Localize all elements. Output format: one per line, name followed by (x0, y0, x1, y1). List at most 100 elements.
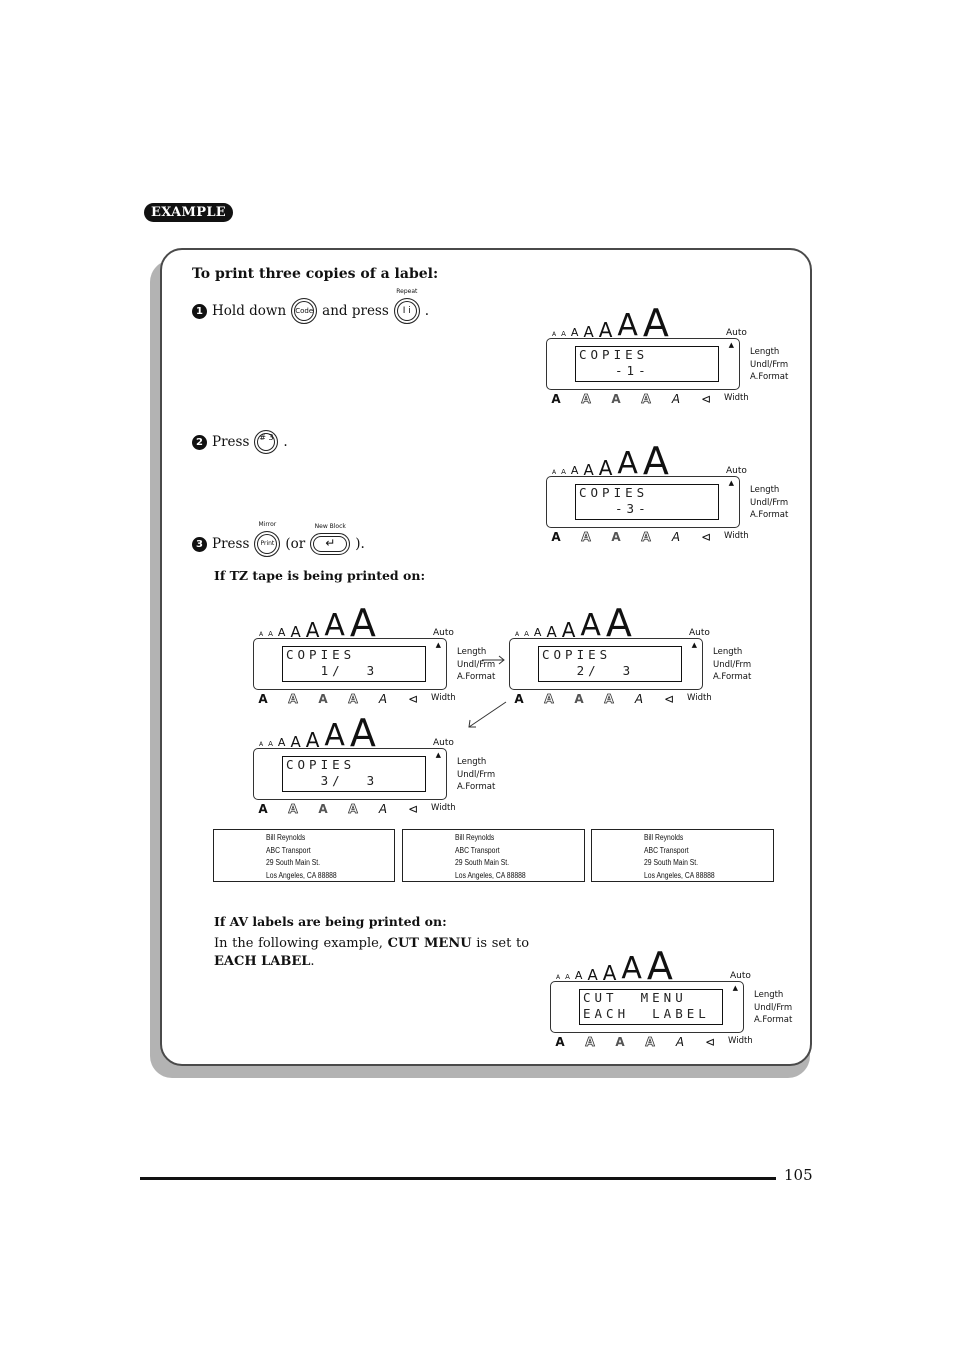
step-text: ). (355, 536, 365, 552)
indicator-triangle-icon: ▲ (435, 751, 441, 759)
down-left-arrow-icon (468, 701, 507, 728)
lcd-screen: COPIES 2/ 3 (538, 646, 682, 682)
size-indicator: A (349, 710, 376, 755)
character-size-indicators: AAAAAAA (259, 702, 376, 755)
step-number: 1 (192, 303, 207, 319)
lcd-line-1: COPIES (286, 647, 356, 662)
auto-label: Auto (433, 628, 454, 638)
lcd-display-av: A A A A A A A Auto ▲ CUT MENU EACH LABEL Length Undl… (550, 935, 800, 1050)
step-text: . (424, 303, 430, 319)
style-indicator-icon: A (611, 530, 621, 544)
size-indicator: A (617, 308, 638, 343)
size-indicator: A (277, 736, 286, 750)
style-indicator-icon: A (581, 530, 591, 545)
step-number: 3 (192, 536, 207, 552)
auto-label: Auto (433, 738, 454, 748)
step-text: (or (285, 536, 306, 552)
side-indicators: Length Undl/Frm A.Format (754, 989, 792, 1027)
blinking-digit: -3- (615, 501, 650, 516)
label-line: Los Angeles, CA 88888 (266, 870, 337, 880)
lcd-line-1: COPIES (542, 647, 612, 662)
size-indicator: A (598, 456, 613, 480)
lcd-body: ▲ COPIES 1/ 3 (253, 638, 447, 690)
label-line: Bill Reynolds (455, 833, 495, 842)
side-indicator: Undl/Frm (713, 659, 752, 670)
lcd-line-1: COPIES (579, 347, 649, 362)
auto-label: Auto (726, 466, 747, 476)
width-label: Width (728, 1036, 753, 1046)
lcd-body: ▲ COPIES 3/ 3 (253, 748, 447, 800)
style-indicators: A A A A A ⊲ (514, 692, 674, 707)
lcd-body: ▲ COPIES -1- (546, 338, 740, 390)
step-text: Press (212, 536, 250, 552)
auto-label: Auto (689, 628, 710, 638)
size-indicator: A (561, 618, 576, 642)
3-key-icon: # 3 (254, 430, 279, 454)
indicator-triangle-icon: ▲ (728, 479, 734, 487)
step-text: and press (322, 303, 389, 319)
step-text: Press (212, 434, 250, 450)
lcd-screen: COPIES -3- (575, 484, 719, 520)
lcd-display-step2: A A A A A A A Auto ▲ COPIES -3- Length Undl/Frm A.For… (546, 430, 796, 545)
repeat-key-icon: Repeat I i (393, 288, 420, 324)
step-2: 2 Press # 3 . (192, 430, 288, 454)
style-indicator-icon: A (675, 1035, 685, 1049)
av-paragraph: In the following example, CUT MENU is se… (214, 936, 530, 969)
blinking-digit: -1- (615, 363, 650, 378)
size-indicator: A (533, 626, 542, 640)
size-indicator: A (570, 464, 579, 478)
lcd-line-2: 1/ 3 (286, 663, 379, 678)
style-indicator-icon: A (585, 1035, 595, 1050)
printed-label-1: Bill Reynolds ABC Transport 29 South Mai… (213, 829, 395, 882)
print-key-icon: Mirror Print (254, 521, 281, 557)
label-line: Bill Reynolds (644, 833, 684, 842)
auto-label: Auto (726, 328, 747, 338)
side-indicator: Undl/Frm (750, 497, 789, 508)
side-indicator: Undl/Frm (457, 769, 496, 780)
style-indicator-icon: A (615, 1035, 625, 1049)
character-size-indicators: AAAAAAA (259, 592, 376, 641)
size-indicator: A (290, 733, 301, 751)
side-indicator: Undl/Frm (750, 359, 789, 370)
size-indicator: A (546, 623, 557, 641)
size-indicator: A (617, 446, 638, 481)
size-indicator: A (277, 626, 286, 640)
size-indicator: A (324, 718, 345, 753)
lcd-line-1: COPIES (579, 485, 649, 500)
label-line: 29 South Main St. (266, 858, 321, 867)
step-number: 2 (192, 434, 207, 450)
character-size-indicators: AAAAAAA (552, 430, 669, 481)
lcd-screen: CUT MENU EACH LABEL (579, 989, 723, 1025)
size-indicator: A (574, 969, 583, 983)
step-text: . (283, 434, 288, 450)
style-indicators: A A A A A ⊲ (258, 802, 418, 817)
width-label: Width (687, 693, 712, 703)
size-indicator: A (605, 600, 632, 645)
side-indicators: Length Undl/Frm A.Format (750, 346, 788, 384)
size-indicator: A (646, 943, 673, 988)
size-indicator: A (305, 728, 320, 752)
side-indicator: A.Format (754, 1015, 793, 1025)
printed-label-3: Bill Reynolds ABC Transport 29 South Mai… (591, 829, 774, 882)
label-line: Los Angeles, CA 88888 (644, 870, 715, 880)
style-indicator-icon: A (514, 692, 524, 706)
character-size-indicators: AAAAAAA (552, 292, 669, 345)
side-indicator: A.Format (750, 510, 789, 520)
side-indicator: Length (457, 757, 487, 767)
lcd-body: ▲ COPIES 2/ 3 (509, 638, 703, 690)
size-indicator: A (642, 300, 669, 345)
indicator-triangle-icon: ▲ (691, 641, 697, 649)
step-3: 3 Press Mirror Print (or New Block ↵ ). (192, 521, 365, 557)
lcd-body: ▲ CUT MENU EACH LABEL (550, 981, 744, 1033)
lcd-screen: COPIES 3/ 3 (282, 756, 426, 792)
lcd-screen: COPIES 1/ 3 (282, 646, 426, 682)
size-indicator: A (621, 951, 642, 986)
lcd-line-2: 2/ 3 (542, 663, 635, 678)
size-indicator: A (587, 966, 598, 984)
character-size-indicators: AAAAAAA (515, 592, 632, 645)
printed-label-2: Bill Reynolds ABC Transport 29 South Mai… (402, 829, 585, 882)
width-label: Width (431, 803, 456, 813)
size-indicator: A (583, 461, 594, 479)
style-indicator-icon: ⊲ (705, 1035, 716, 1049)
style-indicator-icon: A (348, 802, 358, 817)
